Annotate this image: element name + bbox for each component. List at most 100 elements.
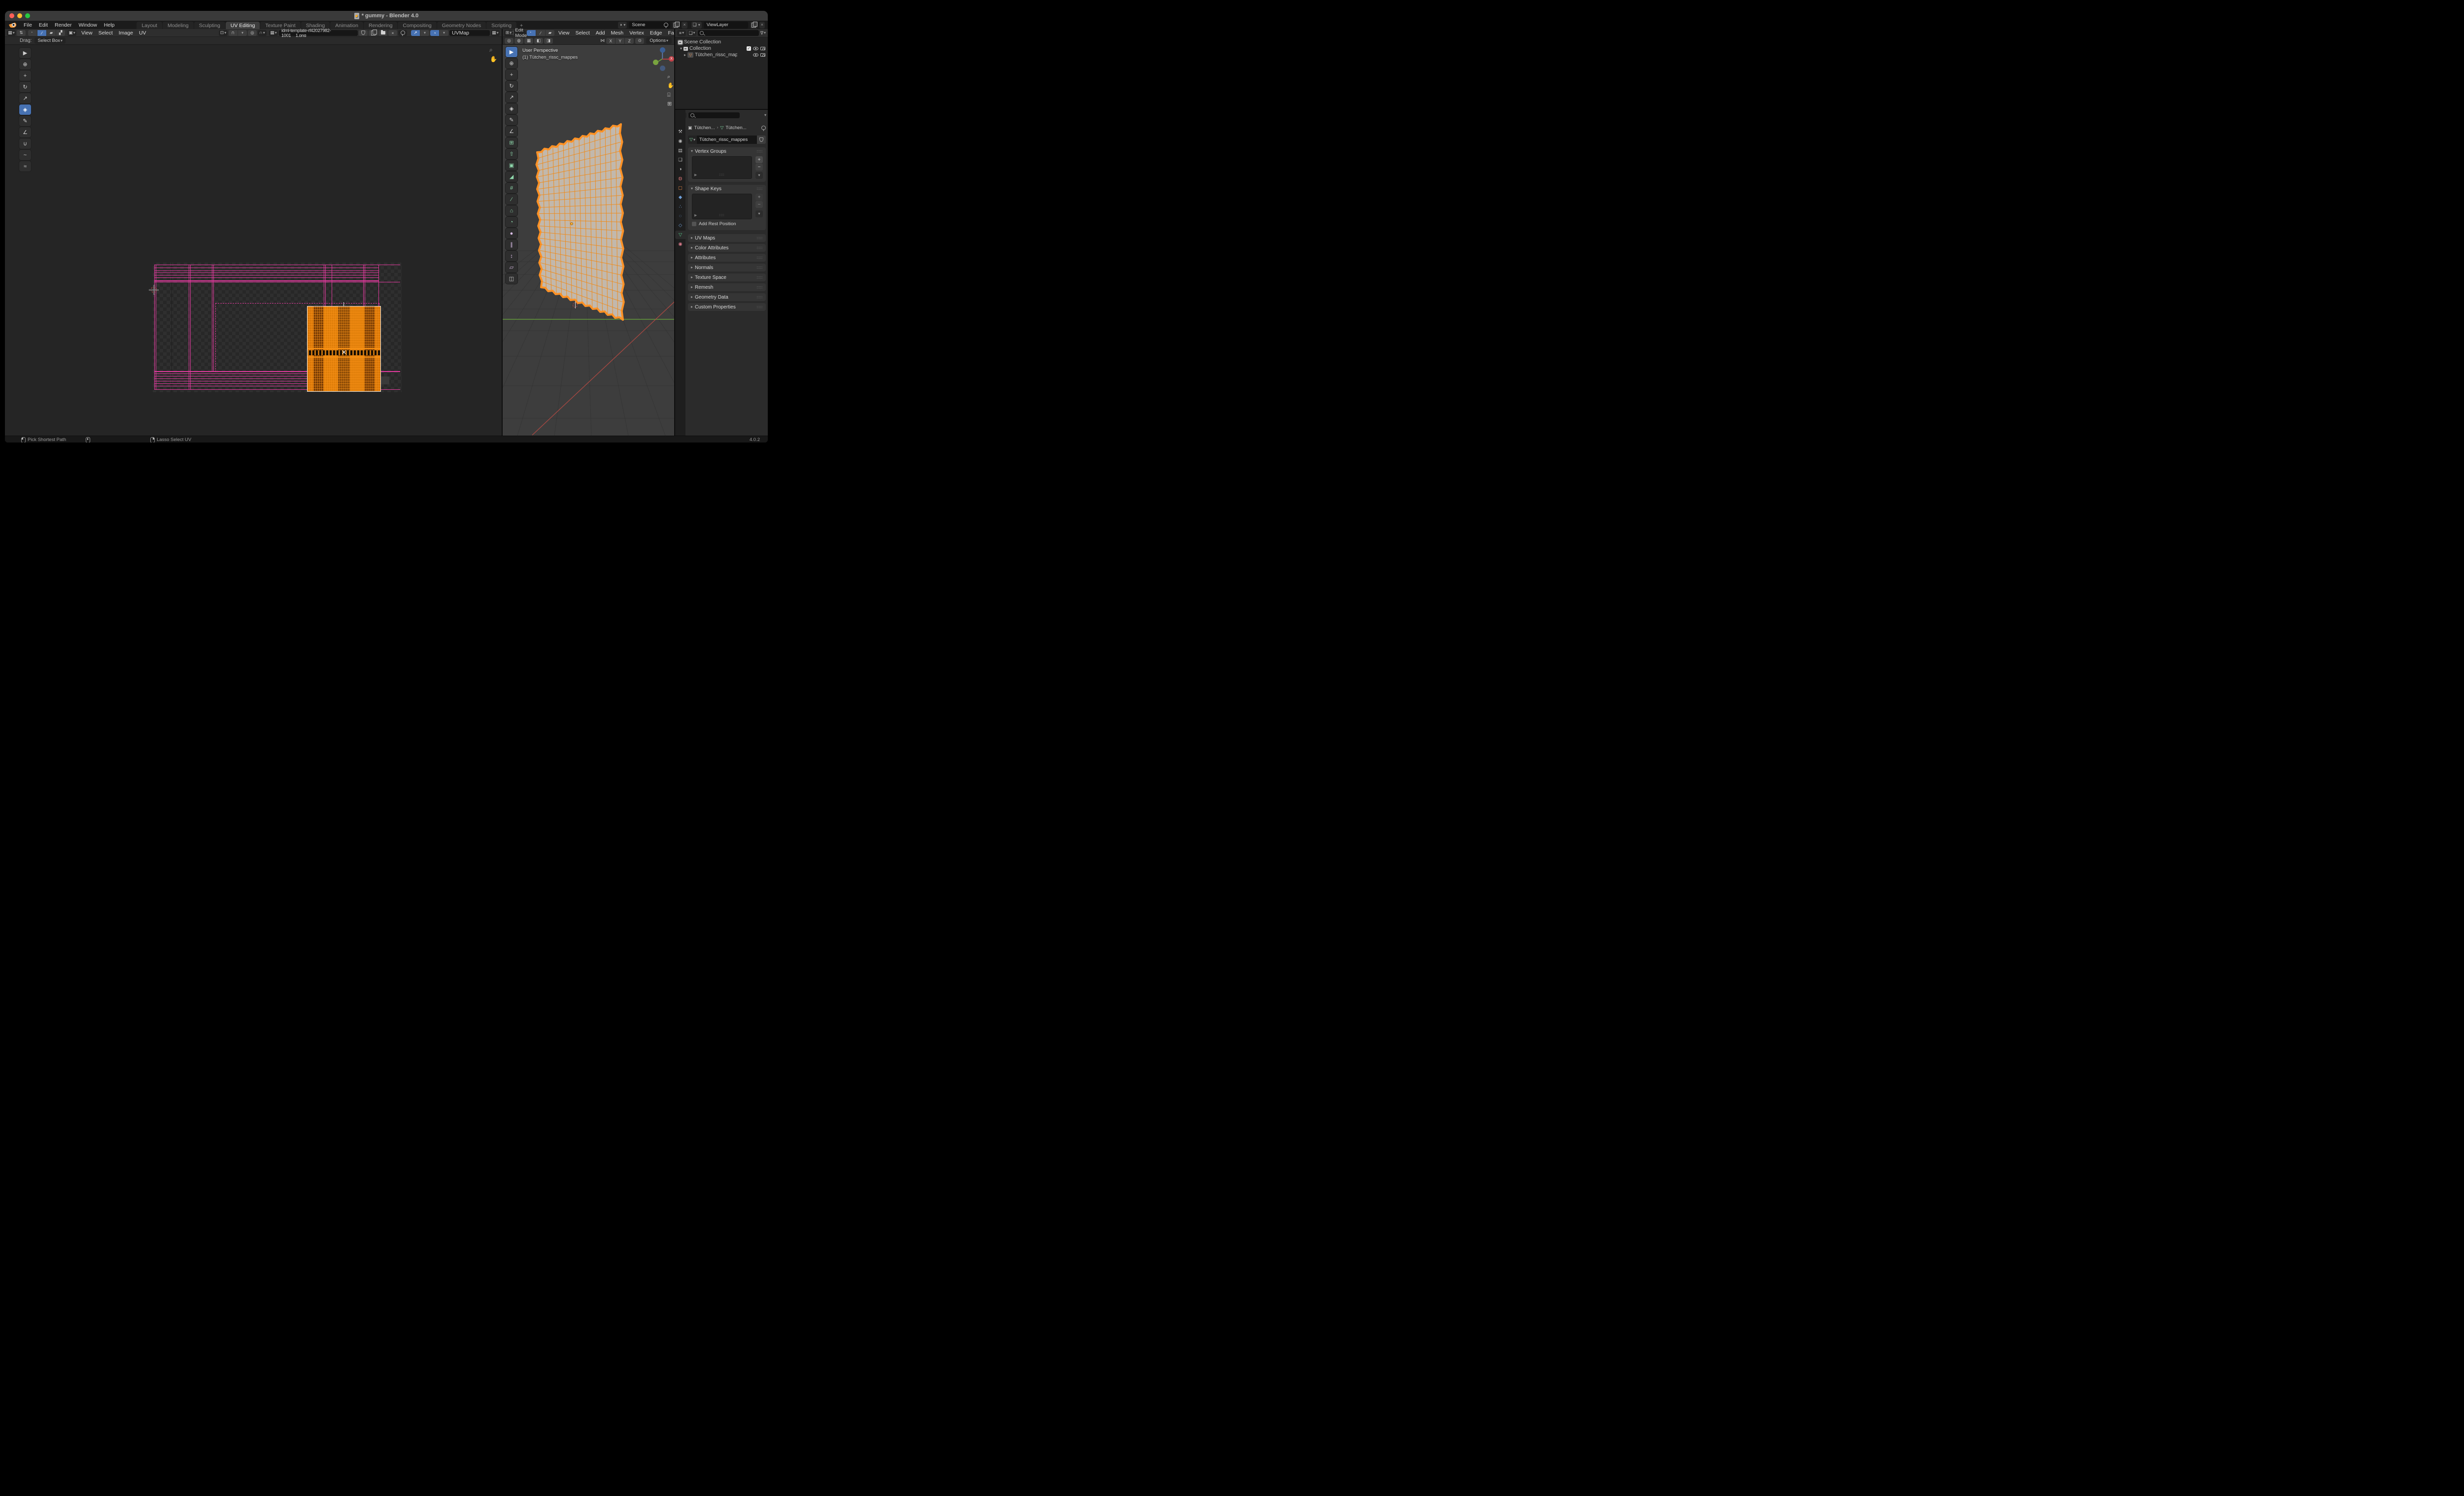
- drag-dots-icon[interactable]: ∷∷: [757, 256, 763, 260]
- hide-eye-icon[interactable]: [753, 53, 758, 57]
- breadcrumb-object[interactable]: Tütchen...: [694, 125, 715, 131]
- properties-tab-tool[interactable]: ⚒: [675, 128, 685, 136]
- viewport-edge-slide-tool[interactable]: ∥: [506, 239, 517, 250]
- new-image-button[interactable]: [369, 29, 377, 36]
- properties-tab-physics[interactable]: ◌: [675, 212, 685, 220]
- expand-icon[interactable]: ▾: [680, 46, 682, 51]
- drag-dots-icon[interactable]: ∷∷: [757, 295, 763, 300]
- mirror-x-button[interactable]: X: [606, 37, 616, 44]
- shape-keys-header[interactable]: ▾ Shape Keys ∷∷: [688, 185, 766, 193]
- menu-help[interactable]: Help: [101, 22, 118, 28]
- uv-pinch-tool[interactable]: ≈: [19, 161, 31, 171]
- scene-icon-dropdown[interactable]: ◑ ▾: [617, 21, 627, 29]
- outliner-row-mesh-object[interactable]: ▸ ▽ Tütchen_rissc_mappe: [675, 52, 768, 58]
- new-viewlayer-button[interactable]: [750, 21, 757, 29]
- viewport-annotate-tool[interactable]: ✎: [506, 115, 517, 125]
- gizmo-z-axis[interactable]: [660, 47, 665, 53]
- properties-tab-modifiers[interactable]: ◆: [675, 193, 685, 202]
- panel-remesh[interactable]: ▸ Remesh ∷∷: [688, 283, 766, 291]
- shape-key-specials-dropdown[interactable]: ▾: [755, 210, 763, 217]
- viewport-tweak-tool[interactable]: ▶: [506, 47, 517, 57]
- uv-scale-tool[interactable]: ↗: [19, 93, 31, 103]
- open-image-button[interactable]: [378, 30, 387, 36]
- viewport-scale-tool[interactable]: ↗: [506, 92, 517, 102]
- viewport-knife-tool[interactable]: ∕: [506, 194, 517, 204]
- pan-hand-icon[interactable]: ✋: [490, 56, 497, 63]
- viewport-menu-vertex[interactable]: Vertex: [626, 30, 647, 36]
- properties-tab-view-layer[interactable]: ❏: [675, 156, 685, 164]
- unlink-image-button[interactable]: ×: [388, 30, 397, 36]
- viewport-loop-cut-tool[interactable]: #: [506, 183, 517, 193]
- uv-select-face-button[interactable]: ▰: [47, 30, 56, 36]
- uv-select-edge-button[interactable]: ∕: [37, 30, 46, 36]
- mode-dropdown[interactable]: ⬚Edit Mode▾: [510, 28, 530, 38]
- workspace-tab-geometry-nodes[interactable]: Geometry Nodes: [437, 22, 486, 29]
- drag-dots-icon[interactable]: ∷∷: [757, 246, 763, 250]
- uv-measure-tool[interactable]: ∠: [19, 127, 31, 137]
- vertex-groups-header[interactable]: ▾ Vertex Groups ∷∷: [688, 147, 766, 155]
- viewport-poly-build-tool[interactable]: ⌂: [506, 205, 517, 216]
- xray-toggle[interactable]: ▦: [524, 37, 533, 44]
- uv-pivot-dropdown[interactable]: ⊡ ▾: [219, 30, 228, 36]
- properties-tab-world[interactable]: ◍: [675, 174, 685, 183]
- uv-grab-tool[interactable]: ∪: [19, 138, 31, 149]
- uv-snap-toggle[interactable]: ⊂: [229, 30, 238, 36]
- viewport-rip-region-tool[interactable]: ◫: [506, 273, 517, 284]
- menu-window[interactable]: Window: [75, 22, 100, 28]
- mesh-browse-dropdown[interactable]: ▽ ▾: [688, 136, 697, 144]
- uv-live-unwrap-toggle[interactable]: ◔: [430, 30, 439, 36]
- proportional-snap-icon[interactable]: ⊙: [635, 37, 645, 44]
- viewport-menu-add[interactable]: Add: [593, 30, 608, 36]
- panel-geometry-data[interactable]: ▸ Geometry Data ∷∷: [688, 293, 766, 301]
- workspace-tab-rendering[interactable]: Rendering: [363, 22, 398, 29]
- workspace-tab-modeling[interactable]: Modeling: [162, 22, 194, 29]
- outliner-filter-dropdown[interactable]: ∇ ▾: [760, 31, 766, 35]
- panel-texture-space[interactable]: ▸ Texture Space ∷∷: [688, 273, 766, 281]
- uv-select-vertex-button[interactable]: ⠂: [28, 30, 37, 36]
- navigation-gizmo[interactable]: X: [649, 46, 674, 72]
- panel-normals[interactable]: ▸ Normals ∷∷: [688, 264, 766, 272]
- menu-edit[interactable]: Edit: [35, 22, 51, 28]
- menu-file[interactable]: File: [20, 22, 35, 28]
- mirror-z-button[interactable]: Z: [625, 37, 634, 44]
- viewport-spin-tool[interactable]: ◔: [506, 217, 517, 227]
- remove-viewlayer-button[interactable]: ×: [759, 21, 765, 29]
- uv-cursor-tool[interactable]: ⊕: [19, 59, 31, 69]
- drag-dots-icon[interactable]: ∷∷: [757, 305, 763, 309]
- properties-tab-render[interactable]: ◉: [675, 137, 685, 145]
- gizmo-y-axis[interactable]: [653, 60, 658, 65]
- pin-icon[interactable]: [761, 125, 766, 131]
- uv-map-field[interactable]: UVMap: [449, 30, 490, 36]
- vertex-group-specials-dropdown[interactable]: ▾: [755, 172, 763, 179]
- collection-checkbox[interactable]: ✓: [747, 46, 751, 51]
- viewport-ortho-toggle-icon[interactable]: ⊞: [667, 102, 672, 107]
- viewport-shrink-fatten-tool[interactable]: ↕: [506, 251, 517, 261]
- disable-render-icon[interactable]: [760, 47, 765, 50]
- viewport-transform-tool[interactable]: ◈: [506, 103, 517, 114]
- drag-dots-icon[interactable]: ∷∷: [757, 149, 763, 154]
- outliner-row-scene-collection[interactable]: Scene Collection: [675, 39, 768, 45]
- uv-snap-dropdown[interactable]: ▾: [238, 30, 247, 36]
- viewport-canvas[interactable]: User Perspective (1) Tütchen_rissc_mappe…: [502, 45, 674, 436]
- scene-selector[interactable]: Scene: [629, 21, 671, 29]
- gizmo-toggle[interactable]: ◎: [505, 37, 513, 44]
- remove-vertex-group-button[interactable]: −: [755, 164, 763, 170]
- uv-rotate-tool[interactable]: ↻: [19, 82, 31, 92]
- panel-attributes[interactable]: ▸ Attributes ∷∷: [688, 254, 766, 262]
- mesh-name-field[interactable]: Tütchen_rissc_mappes: [697, 136, 757, 144]
- properties-tab-output[interactable]: ▤: [675, 146, 685, 155]
- properties-tab-data[interactable]: ▽: [675, 231, 685, 239]
- face-select-button[interactable]: ▰: [546, 30, 554, 36]
- uv-sticky-selection-dropdown[interactable]: ▣ ▾: [68, 30, 76, 36]
- properties-search-input[interactable]: [688, 112, 740, 118]
- workspace-tab-layout[interactable]: Layout: [137, 22, 162, 29]
- uv-sync-selection-toggle[interactable]: ⇅: [17, 30, 26, 36]
- unlink-scene-button[interactable]: ×: [682, 21, 687, 29]
- vertex-select-button[interactable]: ⠂: [527, 30, 536, 36]
- viewport-menu-mesh[interactable]: Mesh: [608, 30, 626, 36]
- viewport-measure-tool[interactable]: ∠: [506, 126, 517, 136]
- uv-move-tool[interactable]: +: [19, 70, 31, 81]
- resize-grip-icon[interactable]: ▶: [694, 213, 697, 217]
- viewport-smooth-tool[interactable]: ●: [506, 228, 517, 238]
- editor-type-dropdown[interactable]: ▦ ▾: [7, 30, 16, 36]
